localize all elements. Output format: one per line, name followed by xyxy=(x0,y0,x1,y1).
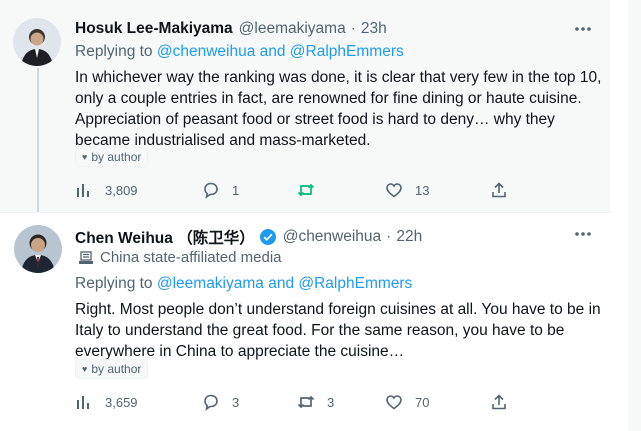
retweet-arrows-icon xyxy=(297,183,315,197)
replying-to-label: Replying to xyxy=(75,275,153,292)
timeline: Hosuk Lee-Makiyama @leemakiyama · 23h Re… xyxy=(0,0,610,431)
reply-button[interactable]: 1 xyxy=(202,178,239,202)
heart-icon xyxy=(386,395,402,410)
avatar[interactable] xyxy=(13,18,61,66)
heart-icon xyxy=(386,183,402,198)
replying-to: Replying to @chenweihua and @RalphEmmers xyxy=(75,43,404,61)
author-handle[interactable]: @chenweihua xyxy=(283,228,381,246)
replying-to-label: Replying to xyxy=(75,43,153,60)
avatar[interactable] xyxy=(14,225,62,273)
more-dots-icon[interactable] xyxy=(573,24,593,34)
more-dots-icon[interactable] xyxy=(573,229,593,239)
tweet-header: Chen Weihua （陈卫华） @chenweihua · 22h xyxy=(75,226,422,248)
retweet-arrows-icon xyxy=(297,395,315,409)
reply-count: 1 xyxy=(232,182,240,198)
bar-chart-icon xyxy=(77,184,89,197)
affiliation-text: China state-affiliated media xyxy=(100,249,282,266)
views-count: 3,659 xyxy=(105,394,138,410)
share-upload-icon xyxy=(492,182,506,198)
author-name[interactable]: Chen Weihua （陈卫华） xyxy=(75,226,255,248)
separator: · xyxy=(350,20,356,37)
tweet-header: Hosuk Lee-Makiyama @leemakiyama · 23h xyxy=(75,20,387,38)
views-count: 3,809 xyxy=(105,182,138,198)
retweet-button[interactable]: 3 xyxy=(297,390,334,414)
share-upload-icon xyxy=(492,394,506,410)
reply-mentions-link[interactable]: @leemakiyama and @RalphEmmers xyxy=(157,275,412,292)
state-media-label[interactable]: China state-affiliated media xyxy=(78,249,282,266)
reply-count: 3 xyxy=(232,394,240,410)
speech-bubble-icon xyxy=(204,394,218,411)
like-button[interactable]: 70 xyxy=(385,390,429,414)
small-heart-icon: ♥ xyxy=(82,152,88,162)
author-tag: ♥ by author xyxy=(75,147,149,167)
retweet-button[interactable] xyxy=(297,178,327,202)
action-bar: 3,809 1 13 xyxy=(75,178,535,202)
tweet-text: Right. Most people don’t understand fore… xyxy=(75,301,601,360)
timestamp[interactable]: 22h xyxy=(396,228,422,246)
share-button[interactable] xyxy=(490,390,508,414)
like-count: 13 xyxy=(415,182,430,198)
tweet[interactable]: Hosuk Lee-Makiyama @leemakiyama · 23h Re… xyxy=(0,0,610,218)
small-heart-icon: ♥ xyxy=(82,364,88,374)
action-bar: 3,659 3 3 70 xyxy=(75,390,535,414)
author-name[interactable]: Hosuk Lee-Makiyama xyxy=(75,20,233,38)
thread-line xyxy=(37,68,39,218)
author-handle[interactable]: @leemakiyama xyxy=(239,20,346,38)
share-button[interactable] xyxy=(490,178,508,202)
tweet-text: In whichever way the ranking was done, i… xyxy=(75,69,602,149)
author-tag: ♥ by author xyxy=(75,359,149,379)
replying-to: Replying to @leemakiyama and @RalphEmmer… xyxy=(75,275,412,293)
page-edge xyxy=(628,0,641,431)
timestamp[interactable]: 23h xyxy=(361,20,387,38)
author-tag-label: by author xyxy=(91,150,142,164)
views-button[interactable]: 3,809 xyxy=(75,178,138,202)
speech-bubble-icon xyxy=(204,182,218,199)
reply-button[interactable]: 3 xyxy=(202,390,239,414)
reply-mentions-link[interactable]: @chenweihua and @RalphEmmers xyxy=(157,43,404,60)
like-button[interactable]: 13 xyxy=(385,178,429,202)
views-button[interactable]: 3,659 xyxy=(75,390,138,414)
like-count: 70 xyxy=(415,394,430,410)
author-tag-label: by author xyxy=(91,362,142,376)
separator: · xyxy=(386,228,392,245)
tweet[interactable]: Chen Weihua （陈卫华） @chenweihua · 22h Chin… xyxy=(0,212,610,431)
verified-badge-icon[interactable] xyxy=(259,228,277,246)
bar-chart-icon xyxy=(77,396,89,409)
state-media-flag-icon xyxy=(79,250,93,264)
retweet-count: 3 xyxy=(327,394,335,410)
